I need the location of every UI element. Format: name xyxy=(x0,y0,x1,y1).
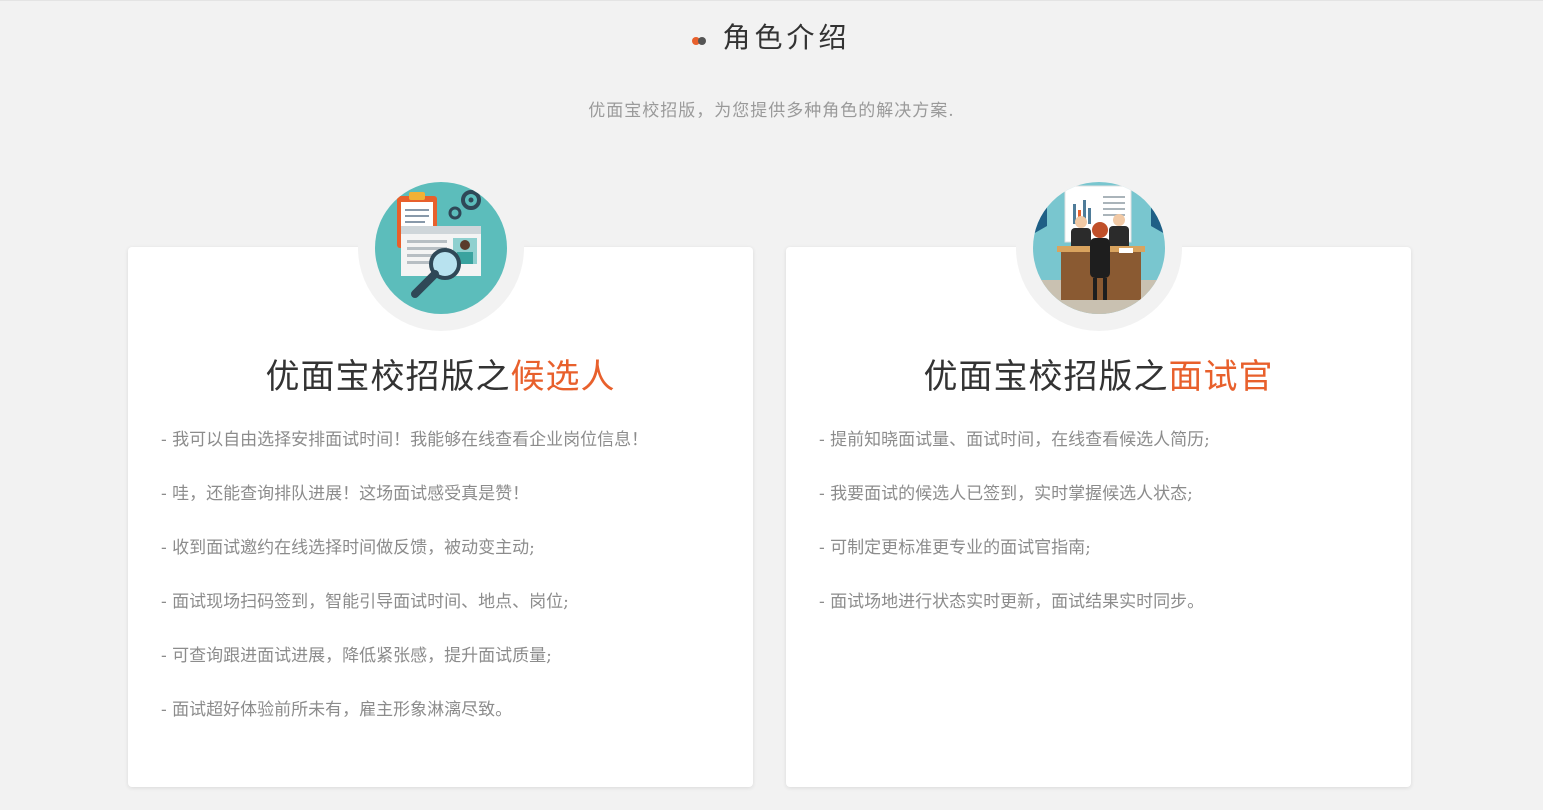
feature-item: - 我可以自由选择安排面试时间！我能够在线查看企业岗位信息！ xyxy=(161,430,649,450)
feature-item: - 面试现场扫码签到，智能引导面试时间、地点、岗位; xyxy=(161,592,569,612)
feature-item: - 我要面试的候选人已签到，实时掌握候选人状态; xyxy=(819,484,1193,504)
avatar-ring xyxy=(358,165,524,331)
interview-panel-illustration-icon xyxy=(1033,182,1165,314)
avatar-ring xyxy=(1016,165,1182,331)
feature-item: - 面试场地进行状态实时更新，面试结果实时同步。 xyxy=(819,592,1205,612)
card-title: 优面宝校招版之面试官 xyxy=(786,353,1411,401)
feature-item: - 提前知晓面试量、面试时间，在线查看候选人简历; xyxy=(819,430,1210,450)
feature-item: - 面试超好体验前所未有，雇主形象淋漓尽致。 xyxy=(161,700,513,720)
section-heading: 角色介绍 xyxy=(0,18,1543,58)
feature-item: - 哇，还能查询排队进展！这场面试感受真是赞！ xyxy=(161,484,530,504)
card-title-prefix: 优面宝校招版之 xyxy=(265,357,511,397)
feature-item: - 收到面试邀约在线选择时间做反馈，被动变主动; xyxy=(161,538,535,558)
top-divider xyxy=(0,0,1543,1)
section-subtitle: 优面宝校招版，为您提供多种角色的解决方案. xyxy=(588,101,955,121)
interviewer-role-card: 优面宝校招版之面试官 - 提前知晓面试量、面试时间，在线查看候选人简历; - 我… xyxy=(786,165,1411,787)
candidate-role-card: 优面宝校招版之候选人 - 我可以自由选择安排面试时间！我能够在线查看企业岗位信息… xyxy=(128,165,753,787)
card-title-prefix: 优面宝校招版之 xyxy=(923,357,1169,397)
heading-dots-icon xyxy=(692,35,710,45)
feature-list: - 我可以自由选择安排面试时间！我能够在线查看企业岗位信息！ - 哇，还能查询排… xyxy=(161,425,648,749)
card-title-accent: 面试官 xyxy=(1168,357,1274,397)
card-title-accent: 候选人 xyxy=(510,357,616,397)
card-title: 优面宝校招版之候选人 xyxy=(128,353,753,401)
feature-item: - 可制定更标准更专业的面试官指南; xyxy=(819,538,1091,558)
feature-list: - 提前知晓面试量、面试时间，在线查看候选人简历; - 我要面试的候选人已签到，… xyxy=(819,425,1210,641)
feature-item: - 可查询跟进面试进展，降低紧张感，提升面试质量; xyxy=(161,646,552,666)
section-title: 角色介绍 xyxy=(722,21,851,54)
dot-secondary xyxy=(698,36,707,45)
resume-search-illustration-icon xyxy=(375,182,507,314)
